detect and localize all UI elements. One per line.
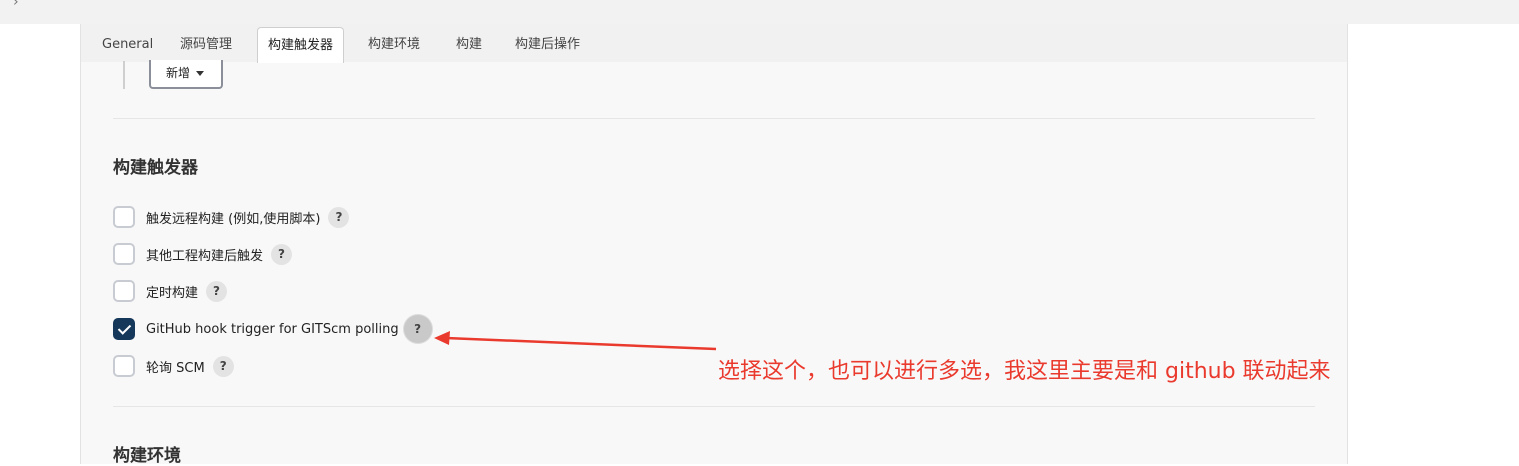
annotation-text: 选择这个，也可以进行多选，我这里主要是和 github 联动起来 — [718, 359, 1331, 384]
arrow-line — [445, 336, 717, 351]
annotation-arrow — [434, 331, 717, 351]
arrow-head — [434, 331, 450, 345]
